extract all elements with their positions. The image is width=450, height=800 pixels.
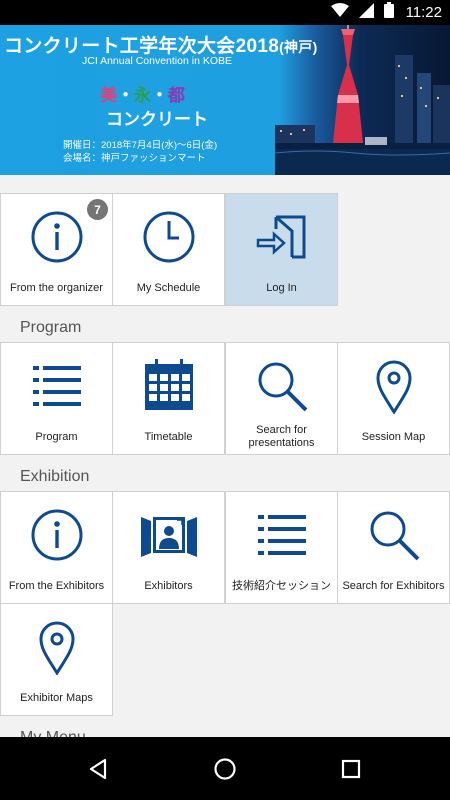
event-banner: コンクリート工学年次大会2018(神戸) JCI Annual Conventi… [0,25,450,175]
tile-label: Search for Exhibitors [342,579,445,592]
info-icon [1,504,112,566]
tile-label: Session Map [361,430,426,443]
banner-tagline-word: コンクリート [106,110,208,129]
menu-grid: 7 From the organizer My Schedule Log In … [0,175,450,737]
back-icon[interactable] [84,755,112,783]
signal-icon [358,2,374,23]
kobe-port-tower-image [275,25,450,175]
banner-title: コンクリート工学年次大会2018(神戸) [4,36,318,57]
clock-icon [113,206,224,268]
from-exhibitors-tile[interactable]: From the Exhibitors [0,491,113,604]
section-header-my-menu: My Menu [20,729,86,737]
banner-venue: 会場名：神戸ファッションマート [63,153,206,164]
tile-label: Search for presentations [248,424,315,449]
tile-label: Exhibitor Maps [20,691,93,704]
search-icon [226,355,337,417]
tile-label: Program [35,430,78,443]
login-icon [226,206,337,268]
list-icon [226,504,337,566]
tile-label: From the Exhibitors [8,579,105,592]
calendar-icon [113,355,224,417]
search-exhibitors-tile[interactable]: Search for Exhibitors [337,491,450,604]
tile-label: Log In [266,281,297,294]
tile-label: Timetable [144,430,193,443]
navigation-bar [0,737,450,800]
recents-icon[interactable] [337,755,365,783]
timetable-tile[interactable]: Timetable [112,342,225,455]
exhibitors-tile[interactable]: Exhibitors [112,491,225,604]
battery-icon [383,2,394,23]
map-pin-icon [338,355,449,417]
home-icon[interactable] [211,755,239,783]
banner-date: 開催日：2018年7月4日(水)〜6日(金) [63,140,218,151]
session-map-tile[interactable]: Session Map [337,342,450,455]
banner-subtitle: JCI Annual Convention in KOBE [82,55,233,67]
tile-label: My Schedule [136,281,201,294]
tile-label: 技術紹介セッション [232,579,331,592]
from-organizer-tile[interactable]: 7 From the organizer [0,193,113,306]
exhibitor-booth-icon [113,504,224,566]
section-header-exhibition: Exhibition [20,468,90,485]
list-icon [1,355,112,417]
my-schedule-tile[interactable]: My Schedule [112,193,225,306]
log-in-tile[interactable]: Log In [225,193,338,306]
search-icon [338,504,449,566]
map-pin-icon [1,616,112,678]
search-presentations-tile[interactable]: Search for presentations [225,342,338,455]
banner-tagline: 美・永・都 [100,86,185,105]
exhibitor-maps-tile[interactable]: Exhibitor Maps [0,603,113,716]
section-header-program: Program [20,319,82,336]
tile-label: From the organizer [10,281,103,294]
program-tile[interactable]: Program [0,342,113,455]
tech-session-tile[interactable]: 技術紹介セッション [225,491,338,604]
notification-badge: 7 [87,199,108,220]
status-time: 11:22 [405,4,442,21]
tile-label: Exhibitors [144,579,193,592]
wifi-icon [330,3,349,22]
status-bar: 11:22 [0,0,450,25]
